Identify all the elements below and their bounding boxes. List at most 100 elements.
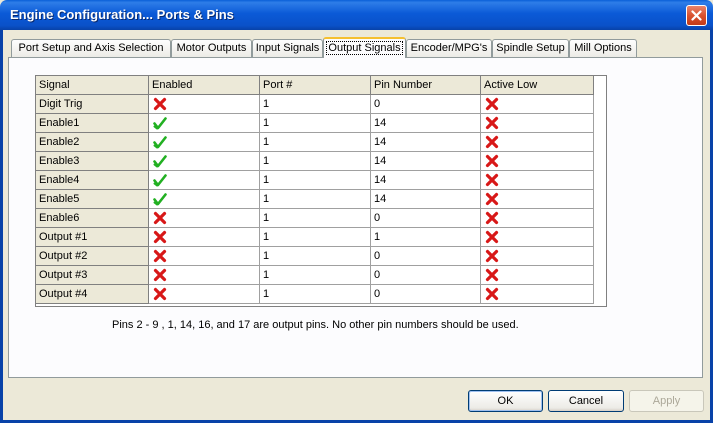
pin-number-cell[interactable]: 14 <box>371 133 481 152</box>
enabled-cell[interactable] <box>149 266 260 285</box>
enabled-cell[interactable] <box>149 95 260 114</box>
active-low-cell[interactable] <box>481 266 594 285</box>
row-signal-label: Enable6 <box>36 209 149 228</box>
row-signal-label: Digit Trig <box>36 95 149 114</box>
column-header-enabled[interactable]: Enabled <box>149 76 260 95</box>
close-icon <box>691 10 702 21</box>
active-low-cell[interactable] <box>481 133 594 152</box>
enabled-cell[interactable] <box>149 228 260 247</box>
port-cell[interactable]: 1 <box>260 228 371 247</box>
pin-number-cell[interactable]: 0 <box>371 95 481 114</box>
cross-icon <box>485 249 499 263</box>
pin-number-cell[interactable]: 0 <box>371 266 481 285</box>
tab-output-signals[interactable]: Output Signals <box>323 37 406 58</box>
cross-icon <box>485 173 499 187</box>
active-low-cell[interactable] <box>481 95 594 114</box>
enabled-cell[interactable] <box>149 114 260 133</box>
check-icon <box>153 155 167 168</box>
enabled-cell[interactable] <box>149 285 260 304</box>
active-low-cell[interactable] <box>481 171 594 190</box>
tab-input-signals[interactable]: Input Signals <box>252 39 323 57</box>
cross-icon <box>153 249 167 263</box>
row-signal-label: Enable3 <box>36 152 149 171</box>
cancel-button[interactable]: Cancel <box>548 390 624 412</box>
cross-icon <box>153 211 167 225</box>
port-cell[interactable]: 1 <box>260 190 371 209</box>
port-cell[interactable]: 1 <box>260 114 371 133</box>
port-cell[interactable]: 1 <box>260 285 371 304</box>
active-low-cell[interactable] <box>481 114 594 133</box>
row-signal-label: Enable5 <box>36 190 149 209</box>
cross-icon <box>153 287 167 301</box>
row-signal-label: Enable4 <box>36 171 149 190</box>
active-low-cell[interactable] <box>481 209 594 228</box>
cross-icon <box>485 97 499 111</box>
row-signal-label: Output #1 <box>36 228 149 247</box>
apply-button[interactable]: Apply <box>629 390 704 412</box>
tab-label: Output Signals <box>326 41 403 55</box>
row-signal-label: Enable1 <box>36 114 149 133</box>
column-header-port[interactable]: Port # <box>260 76 371 95</box>
tab-motor-outputs[interactable]: Motor Outputs <box>171 39 252 57</box>
port-cell[interactable]: 1 <box>260 209 371 228</box>
port-cell[interactable]: 1 <box>260 152 371 171</box>
cross-icon <box>153 97 167 111</box>
pin-number-cell[interactable]: 14 <box>371 190 481 209</box>
port-cell[interactable]: 1 <box>260 266 371 285</box>
row-signal-label: Output #4 <box>36 285 149 304</box>
enabled-cell[interactable] <box>149 209 260 228</box>
pin-number-cell[interactable]: 14 <box>371 152 481 171</box>
tab-spindle-setup[interactable]: Spindle Setup <box>492 39 569 57</box>
pin-number-cell[interactable]: 0 <box>371 209 481 228</box>
pin-number-cell[interactable]: 14 <box>371 171 481 190</box>
cross-icon <box>485 116 499 130</box>
active-low-cell[interactable] <box>481 228 594 247</box>
column-header-active-low[interactable]: Active Low <box>481 76 594 95</box>
cross-icon <box>485 211 499 225</box>
pin-number-cell[interactable]: 1 <box>371 228 481 247</box>
active-low-cell[interactable] <box>481 285 594 304</box>
cross-icon <box>153 230 167 244</box>
pin-number-cell[interactable]: 0 <box>371 247 481 266</box>
tab-label: Input Signals <box>255 42 320 54</box>
check-icon <box>153 117 167 130</box>
enabled-cell[interactable] <box>149 247 260 266</box>
pin-number-cell[interactable]: 14 <box>371 114 481 133</box>
check-icon <box>153 193 167 206</box>
tab-port-setup[interactable]: Port Setup and Axis Selection <box>11 39 171 57</box>
column-header-pin-number[interactable]: Pin Number <box>371 76 481 95</box>
cross-icon <box>485 287 499 301</box>
dialog-window: Engine Configuration... Ports & Pins Por… <box>0 0 713 423</box>
output-signals-grid: Signal Enabled Port # Pin Number Active Low D… <box>35 75 607 307</box>
check-icon <box>153 174 167 187</box>
active-low-cell[interactable] <box>481 152 594 171</box>
tab-label: Mill Options <box>574 42 632 54</box>
cross-icon <box>485 192 499 206</box>
cross-icon <box>485 230 499 244</box>
active-low-cell[interactable] <box>481 247 594 266</box>
tab-mill-options[interactable]: Mill Options <box>569 39 637 57</box>
port-cell[interactable]: 1 <box>260 95 371 114</box>
enabled-cell[interactable] <box>149 190 260 209</box>
output-signals-panel: Signal Enabled Port # Pin Number Active Low D… <box>8 57 703 378</box>
column-header-signal[interactable]: Signal <box>36 76 149 95</box>
window-frame-left <box>0 30 3 423</box>
cross-icon <box>153 268 167 282</box>
tab-label: Spindle Setup <box>496 42 565 54</box>
pin-usage-note: Pins 2 - 9 , 1, 14, 16, and 17 are outpu… <box>112 319 519 331</box>
close-button[interactable] <box>686 5 707 26</box>
ok-button[interactable]: OK <box>468 390 543 412</box>
check-icon <box>153 136 167 149</box>
active-low-cell[interactable] <box>481 190 594 209</box>
enabled-cell[interactable] <box>149 171 260 190</box>
port-cell[interactable]: 1 <box>260 171 371 190</box>
enabled-cell[interactable] <box>149 152 260 171</box>
title-bar[interactable]: Engine Configuration... Ports & Pins <box>0 0 713 30</box>
port-cell[interactable]: 1 <box>260 133 371 152</box>
row-signal-label: Output #2 <box>36 247 149 266</box>
port-cell[interactable]: 1 <box>260 247 371 266</box>
tab-encoder-mpg[interactable]: Encoder/MPG's <box>406 39 492 57</box>
enabled-cell[interactable] <box>149 133 260 152</box>
pin-number-cell[interactable]: 0 <box>371 285 481 304</box>
cross-icon <box>485 154 499 168</box>
